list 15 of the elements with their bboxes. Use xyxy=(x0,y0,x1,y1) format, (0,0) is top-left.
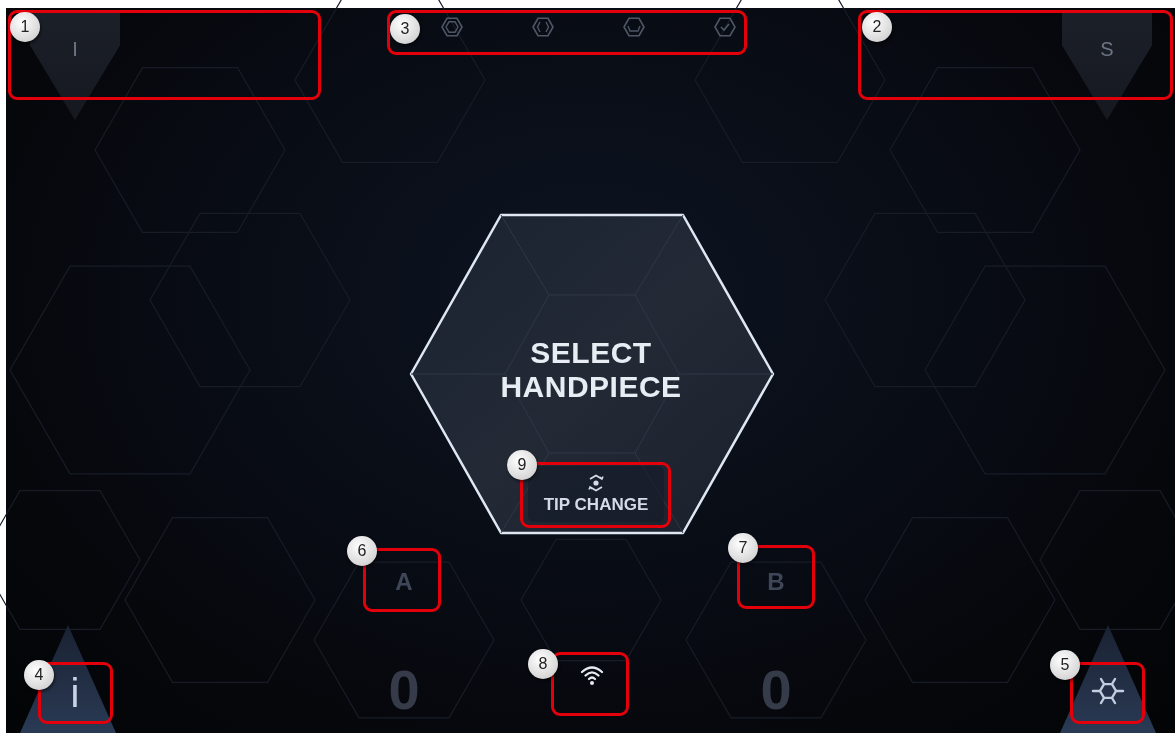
rep-counter: 0 xyxy=(387,660,421,720)
hexagon-icon xyxy=(532,16,554,38)
rotate-icon xyxy=(586,473,606,492)
info-button[interactable]: i xyxy=(62,670,88,716)
channel-label: B xyxy=(766,568,786,596)
rep-counter: 0 xyxy=(759,660,793,720)
check-hexagon-icon xyxy=(714,16,736,38)
channel-label: A xyxy=(394,568,414,596)
wifi-icon xyxy=(580,664,604,688)
tip-change-button[interactable]: TIP CHANGE xyxy=(528,466,664,522)
hexagon-settings-icon xyxy=(1091,675,1125,706)
hexagon-icon xyxy=(441,16,463,38)
handpiece-hexagon[interactable] xyxy=(409,213,775,535)
select-handpiece-title: SELECT HANDPIECE xyxy=(499,336,683,404)
hexagon-icon xyxy=(623,16,645,38)
